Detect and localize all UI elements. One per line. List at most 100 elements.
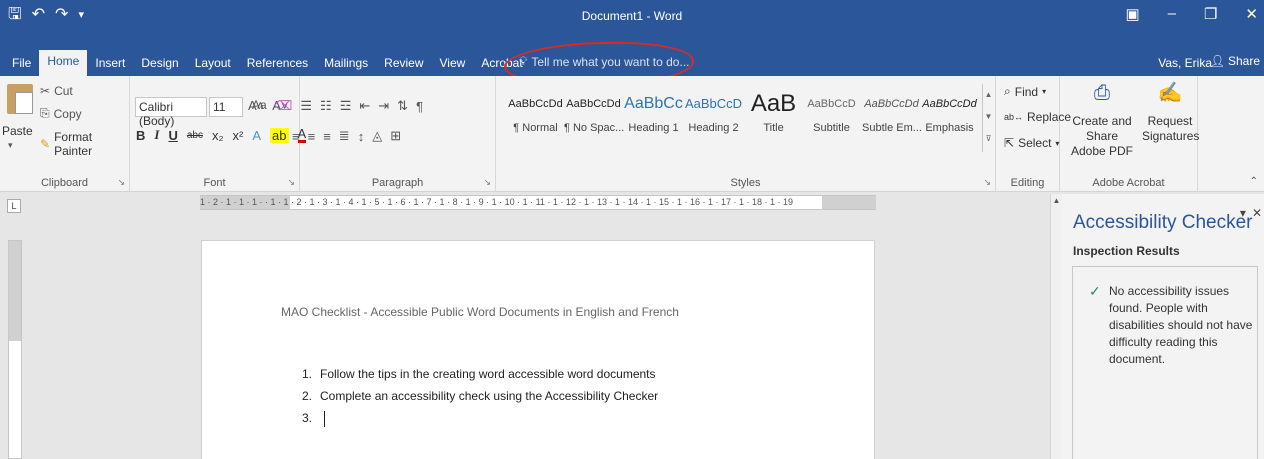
minimize-icon[interactable]: – xyxy=(1168,5,1176,23)
style-title[interactable]: AaB Title xyxy=(744,92,803,140)
style-preview: AaBbCcDd xyxy=(922,98,977,110)
strikethrough-icon[interactable]: abc xyxy=(187,130,203,141)
create-share-label: Create and Share xyxy=(1072,114,1132,143)
scroll-up-icon[interactable]: ▲ xyxy=(1051,196,1062,205)
tab-layout[interactable]: Layout xyxy=(187,52,239,76)
style-subtitle[interactable]: AaBbCcD Subtitle xyxy=(802,92,861,140)
pane-close-icon[interactable]: ✕ xyxy=(1252,206,1262,220)
copy-button[interactable]: ⎘ Copy xyxy=(40,106,82,121)
tab-design[interactable]: Design xyxy=(133,52,186,76)
inspection-message: No accessibility issues found. People wi… xyxy=(1109,284,1253,366)
italic-icon[interactable]: I xyxy=(154,127,159,143)
style-subtle-emphasis[interactable]: AaBbCcDd Subtle Em... xyxy=(862,92,922,140)
highlight-icon[interactable]: ab xyxy=(270,127,289,143)
align-right-icon[interactable]: ≡ xyxy=(323,129,331,144)
tab-insert[interactable]: Insert xyxy=(87,52,133,76)
style-name: Subtle Em... xyxy=(862,122,922,134)
increase-indent-icon[interactable]: ⇥ xyxy=(378,98,389,114)
line-spacing-icon[interactable]: ↕ xyxy=(358,129,365,144)
paste-dropdown-icon[interactable]: ▾ xyxy=(8,140,13,151)
superscript-icon[interactable]: x² xyxy=(233,128,244,143)
font-launcher-icon[interactable]: ↘ xyxy=(287,177,295,188)
find-button[interactable]: ⌕ Find ▾ xyxy=(1004,84,1046,99)
inspection-results-box: ✓ No accessibility issues found. People … xyxy=(1072,266,1258,459)
tab-view[interactable]: View xyxy=(432,52,474,76)
cut-label: Cut xyxy=(54,84,73,98)
style-emphasis[interactable]: AaBbCcDd Emphasis xyxy=(920,92,979,140)
list-text: Follow the tips in the creating word acc… xyxy=(320,367,656,381)
tab-selector[interactable]: L xyxy=(7,199,21,213)
create-share-pdf-button[interactable]: ⎙ Create and Share Adobe PDF xyxy=(1062,83,1142,159)
signature-icon: ✍ xyxy=(1157,82,1183,104)
scroll-down-icon[interactable]: ▼ xyxy=(983,106,994,128)
bold-icon[interactable]: B xyxy=(136,128,145,143)
document-page[interactable]: MAO Checklist - Accessible Public Word D… xyxy=(201,240,875,459)
clear-format-icon[interactable]: ⌫ xyxy=(274,98,292,114)
editing-group-label: Editing xyxy=(1010,177,1045,189)
find-label: Find xyxy=(1014,84,1039,99)
bullets-icon[interactable]: ☰ xyxy=(300,98,312,114)
paragraph-launcher-icon[interactable]: ↘ xyxy=(483,177,491,188)
style-normal[interactable]: AaBbCcDd ¶ Normal xyxy=(506,92,565,140)
paste-button[interactable]: Paste xyxy=(2,124,33,138)
scissors-icon: ✂ xyxy=(40,84,51,98)
ribbon-display-icon[interactable]: ▣ xyxy=(1125,5,1139,23)
tab-file[interactable]: File xyxy=(4,52,39,76)
restore-icon[interactable]: ❐ xyxy=(1204,5,1217,23)
vertical-ruler xyxy=(8,240,22,459)
align-left-icon[interactable]: ≡ xyxy=(292,129,300,144)
acrobat-group-label: Adobe Acrobat xyxy=(1092,177,1165,189)
style-name: Subtitle xyxy=(813,122,850,134)
pane-options-icon[interactable]: ▾ xyxy=(1240,206,1246,220)
align-center-icon[interactable]: ≡ xyxy=(308,129,316,144)
styles-gallery-scroll[interactable]: ▲ ▼ ⊽ xyxy=(982,84,994,152)
tab-mailings[interactable]: Mailings xyxy=(316,52,376,76)
close-icon[interactable]: ✕ xyxy=(1245,5,1258,23)
copy-label: Copy xyxy=(53,106,82,121)
signatures-label: Signatures xyxy=(1142,129,1200,143)
underline-icon[interactable]: U xyxy=(168,128,177,143)
ruler-marks: 1 · 2 · 1 · 1 · 1 · · 1 · 1 · 2 · 1 · 3 … xyxy=(200,197,794,207)
show-formatting-icon[interactable]: ¶ xyxy=(416,99,423,114)
change-case-button[interactable]: Aa xyxy=(252,98,267,112)
text-cursor xyxy=(324,411,325,427)
tab-home[interactable]: Home xyxy=(39,50,88,76)
text-effects-icon[interactable]: A xyxy=(252,128,261,143)
window-controls: ▣ – ❐ ✕ xyxy=(1125,5,1258,23)
decrease-indent-icon[interactable]: ⇤ xyxy=(359,98,370,114)
style-heading-2[interactable]: AaBbCcD Heading 2 xyxy=(684,92,743,140)
style-heading-1[interactable]: AaBbCc Heading 1 xyxy=(624,92,683,140)
user-name[interactable]: Vas, Erika xyxy=(1158,56,1212,70)
styles-launcher-icon[interactable]: ↘ xyxy=(983,177,991,188)
ribbon: Paste ▾ ✂ Cut ⎘ Copy ✎ Format Painter Clipb… xyxy=(0,76,1264,192)
borders-icon[interactable]: ⊞ xyxy=(390,128,401,144)
font-size-select[interactable]: 11 xyxy=(209,97,243,117)
collapse-ribbon-icon[interactable]: ⌃ xyxy=(1250,176,1258,187)
font-name-select[interactable]: Calibri (Body) xyxy=(135,97,207,128)
cut-button[interactable]: ✂ Cut xyxy=(40,84,73,98)
request-signatures-button[interactable]: ✍ Request Signatures xyxy=(1142,82,1200,144)
style-preview: AaBbCcD xyxy=(684,96,743,111)
vertical-scrollbar[interactable]: ▲ xyxy=(1050,194,1062,459)
paste-icon[interactable] xyxy=(7,84,33,114)
share-label: Share xyxy=(1227,54,1260,68)
justify-icon[interactable]: ≣ xyxy=(339,128,350,144)
style-preview: AaBbCcD xyxy=(807,98,856,110)
share-button[interactable]: 👤︎ Share xyxy=(1210,54,1260,68)
list-number: 3. xyxy=(302,411,313,425)
numbering-icon[interactable]: ☷ xyxy=(320,98,332,114)
sort-icon[interactable]: ⇅ xyxy=(397,98,408,114)
subscript-icon[interactable]: x₂ xyxy=(212,128,224,143)
clipboard-launcher-icon[interactable]: ↘ xyxy=(117,177,125,188)
change-case-label: Aa xyxy=(252,98,267,112)
shading-icon[interactable]: ◬ xyxy=(372,128,382,144)
tab-references[interactable]: References xyxy=(239,52,316,76)
horizontal-ruler[interactable]: 1 · 2 · 1 · 1 · 1 · · 1 · 1 · 2 · 1 · 3 … xyxy=(200,195,876,210)
select-button[interactable]: ⇱ Select ▾ xyxy=(1004,136,1059,150)
scroll-up-icon[interactable]: ▲ xyxy=(983,84,994,106)
tab-review[interactable]: Review xyxy=(376,52,431,76)
format-painter-button[interactable]: ✎ Format Painter xyxy=(40,130,129,158)
multilevel-list-icon[interactable]: ☲ xyxy=(340,98,352,114)
style-no-spacing[interactable]: AaBbCcDd ¶ No Spac... xyxy=(564,92,624,140)
more-styles-icon[interactable]: ⊽ xyxy=(983,128,994,150)
